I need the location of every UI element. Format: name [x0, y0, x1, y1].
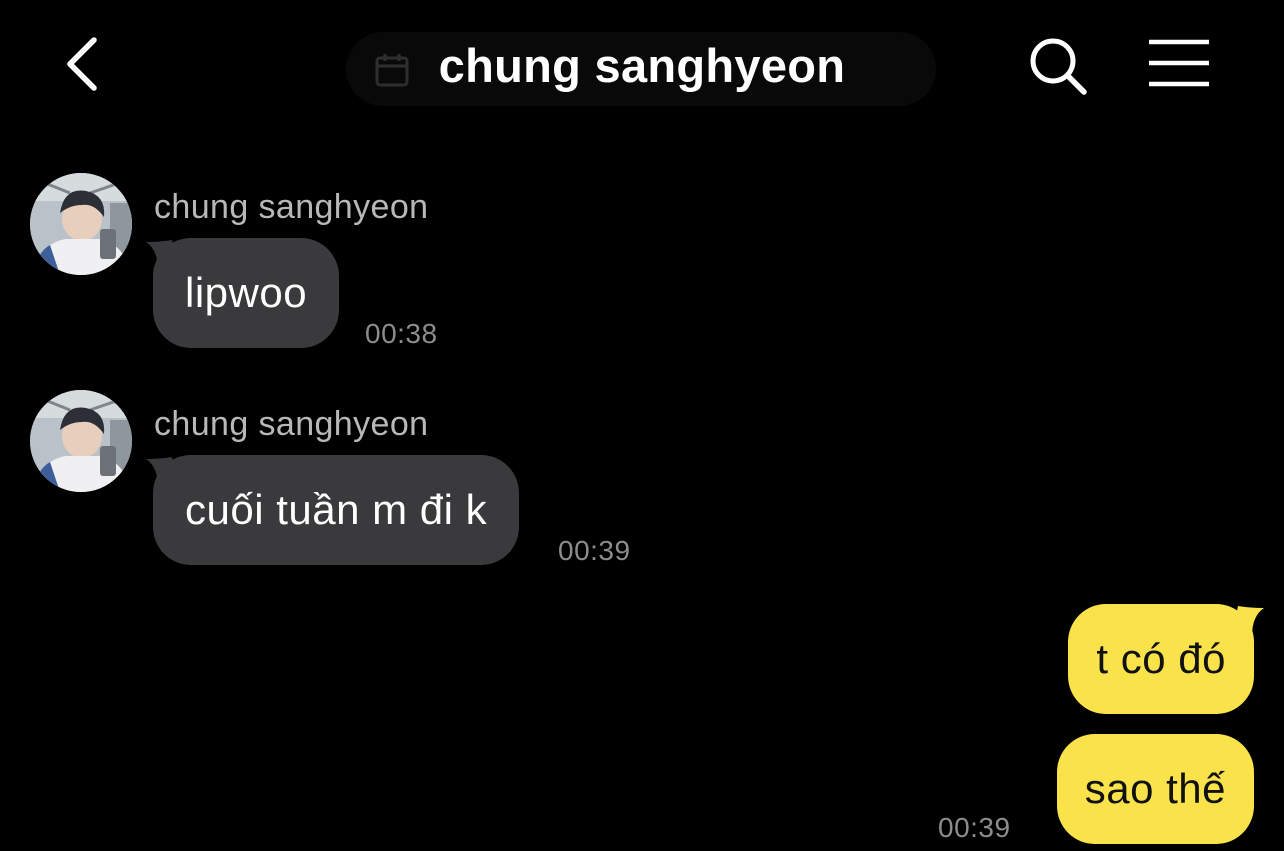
avatar[interactable]: [30, 390, 132, 492]
chat-title: chung sanghyeon: [438, 39, 846, 92]
message-timestamp: 00:39: [938, 812, 1011, 843]
message-bubble[interactable]: lipwoo: [153, 238, 340, 348]
menu-button[interactable]: [1146, 38, 1212, 88]
sender-name: chung sanghyeon: [154, 188, 429, 226]
message-timestamp: 00:39: [558, 535, 631, 566]
message-timestamp: 00:38: [365, 318, 438, 349]
message-bubble[interactable]: sao thế: [1056, 734, 1254, 844]
profile-photo: [30, 173, 132, 275]
profile-photo: [30, 390, 132, 492]
search-icon: [1030, 38, 1087, 95]
hamburger-menu-icon: [1149, 39, 1209, 87]
message-bubble[interactable]: cuối tuần m đi k: [153, 455, 520, 565]
search-button[interactable]: [1026, 34, 1090, 98]
sender-name: chung sanghyeon: [154, 405, 429, 443]
message-bubble[interactable]: t có đó: [1068, 604, 1254, 714]
avatar[interactable]: [30, 173, 132, 275]
chat-header: chung sanghyeon: [0, 0, 1284, 130]
